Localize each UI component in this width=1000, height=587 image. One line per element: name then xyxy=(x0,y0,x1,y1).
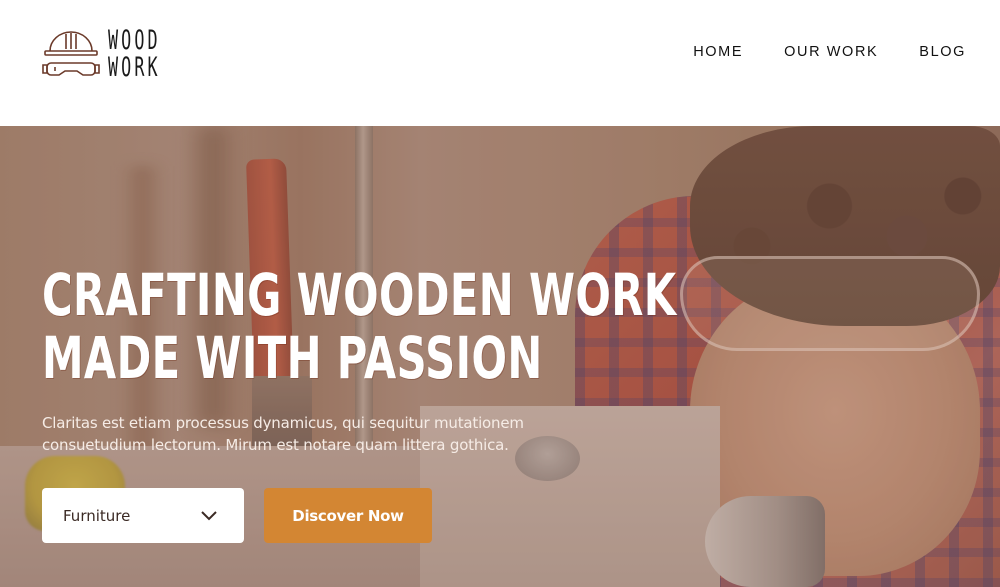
chevron-down-icon xyxy=(201,510,217,520)
main-nav: HOME OUR WORK BLOG xyxy=(693,44,966,60)
nav-item-home[interactable]: HOME xyxy=(693,44,743,60)
discover-now-button[interactable]: Discover Now xyxy=(264,488,432,543)
hardhat-goggles-icon xyxy=(42,31,100,76)
nav-item-our-work[interactable]: OUR WORK xyxy=(784,44,878,60)
site-header: WOOD WORK HOME OUR WORK BLOG xyxy=(0,0,1000,126)
hero-actions: Furniture Discover Now xyxy=(42,488,432,543)
logo-line-2: WORK xyxy=(108,52,161,83)
logo-line-1: WOOD xyxy=(108,25,161,56)
hero-content: CRAFTING WOODEN WORK MADE WITH PASSION C… xyxy=(42,264,923,455)
hero-title-line-1: CRAFTING WOODEN WORK xyxy=(42,261,677,329)
category-select[interactable]: Furniture xyxy=(42,488,244,543)
nav-item-blog[interactable]: BLOG xyxy=(919,44,966,60)
hero-title: CRAFTING WOODEN WORK MADE WITH PASSION xyxy=(42,264,676,390)
hero-title-line-2: MADE WITH PASSION xyxy=(42,324,543,392)
logo-wordmark: WOOD WORK xyxy=(108,27,161,81)
logo[interactable]: WOOD WORK xyxy=(42,24,193,84)
category-select-value: Furniture xyxy=(63,506,131,525)
hero-section: CRAFTING WOODEN WORK MADE WITH PASSION C… xyxy=(0,126,1000,587)
hero-description: Claritas est etiam processus dynamicus, … xyxy=(42,414,524,454)
